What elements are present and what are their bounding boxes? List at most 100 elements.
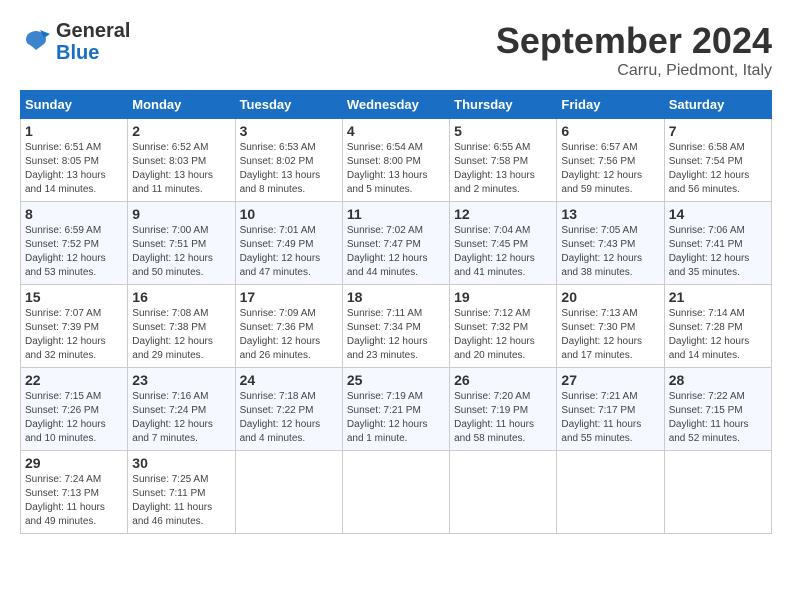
- daylight-label: Daylight: 12 hours and 41 minutes.: [454, 253, 535, 278]
- day-info: Sunrise: 7:09 AM Sunset: 7:36 PM Dayligh…: [240, 307, 338, 363]
- day-number: 6: [561, 123, 659, 139]
- sunset-label: Sunset: 7:41 PM: [669, 239, 743, 250]
- calendar-cell: 24 Sunrise: 7:18 AM Sunset: 7:22 PM Dayl…: [235, 368, 342, 451]
- calendar-cell: 25 Sunrise: 7:19 AM Sunset: 7:21 PM Dayl…: [342, 368, 449, 451]
- day-number: 25: [347, 372, 445, 388]
- sunset-label: Sunset: 7:30 PM: [561, 322, 635, 333]
- sunrise-label: Sunrise: 6:55 AM: [454, 142, 530, 153]
- sunrise-label: Sunrise: 7:05 AM: [561, 225, 637, 236]
- weekday-header-monday: Monday: [128, 91, 235, 119]
- day-info: Sunrise: 7:00 AM Sunset: 7:51 PM Dayligh…: [132, 224, 230, 280]
- sunrise-label: Sunrise: 7:21 AM: [561, 391, 637, 402]
- sunset-label: Sunset: 7:36 PM: [240, 322, 314, 333]
- day-number: 28: [669, 372, 767, 388]
- page-header: General Blue September 2024 Carru, Piedm…: [20, 20, 772, 80]
- sunrise-label: Sunrise: 7:09 AM: [240, 308, 316, 319]
- calendar-cell: 2 Sunrise: 6:52 AM Sunset: 8:03 PM Dayli…: [128, 119, 235, 202]
- calendar-cell: 27 Sunrise: 7:21 AM Sunset: 7:17 PM Dayl…: [557, 368, 664, 451]
- calendar-cell: 28 Sunrise: 7:22 AM Sunset: 7:15 PM Dayl…: [664, 368, 771, 451]
- day-info: Sunrise: 7:08 AM Sunset: 7:38 PM Dayligh…: [132, 307, 230, 363]
- day-number: 4: [347, 123, 445, 139]
- day-info: Sunrise: 7:04 AM Sunset: 7:45 PM Dayligh…: [454, 224, 552, 280]
- daylight-label: Daylight: 13 hours and 8 minutes.: [240, 170, 321, 195]
- day-number: 7: [669, 123, 767, 139]
- calendar-cell: 18 Sunrise: 7:11 AM Sunset: 7:34 PM Dayl…: [342, 285, 449, 368]
- day-number: 8: [25, 206, 123, 222]
- calendar-cell: 12 Sunrise: 7:04 AM Sunset: 7:45 PM Dayl…: [450, 202, 557, 285]
- day-number: 9: [132, 206, 230, 222]
- calendar-week-1: 1 Sunrise: 6:51 AM Sunset: 8:05 PM Dayli…: [21, 119, 772, 202]
- daylight-label: Daylight: 12 hours and 59 minutes.: [561, 170, 642, 195]
- day-number: 14: [669, 206, 767, 222]
- sunrise-label: Sunrise: 7:18 AM: [240, 391, 316, 402]
- day-info: Sunrise: 7:07 AM Sunset: 7:39 PM Dayligh…: [25, 307, 123, 363]
- sunrise-label: Sunrise: 7:00 AM: [132, 225, 208, 236]
- logo-blue: Blue: [56, 42, 130, 64]
- sunset-label: Sunset: 7:13 PM: [25, 488, 99, 499]
- daylight-label: Daylight: 12 hours and 20 minutes.: [454, 336, 535, 361]
- calendar-cell: 19 Sunrise: 7:12 AM Sunset: 7:32 PM Dayl…: [450, 285, 557, 368]
- daylight-label: Daylight: 11 hours and 55 minutes.: [561, 419, 641, 444]
- calendar-cell: 14 Sunrise: 7:06 AM Sunset: 7:41 PM Dayl…: [664, 202, 771, 285]
- daylight-label: Daylight: 12 hours and 17 minutes.: [561, 336, 642, 361]
- calendar-cell: 8 Sunrise: 6:59 AM Sunset: 7:52 PM Dayli…: [21, 202, 128, 285]
- day-number: 1: [25, 123, 123, 139]
- logo-general: General: [56, 20, 130, 42]
- sunset-label: Sunset: 8:02 PM: [240, 156, 314, 167]
- calendar-cell: 20 Sunrise: 7:13 AM Sunset: 7:30 PM Dayl…: [557, 285, 664, 368]
- sunrise-label: Sunrise: 7:13 AM: [561, 308, 637, 319]
- calendar-cell: [557, 451, 664, 534]
- sunset-label: Sunset: 7:11 PM: [132, 488, 205, 499]
- sunset-label: Sunset: 8:05 PM: [25, 156, 99, 167]
- sunrise-label: Sunrise: 7:02 AM: [347, 225, 423, 236]
- sunset-label: Sunset: 7:38 PM: [132, 322, 206, 333]
- day-number: 13: [561, 206, 659, 222]
- calendar-cell: 10 Sunrise: 7:01 AM Sunset: 7:49 PM Dayl…: [235, 202, 342, 285]
- day-info: Sunrise: 7:25 AM Sunset: 7:11 PM Dayligh…: [132, 473, 230, 529]
- day-number: 16: [132, 289, 230, 305]
- sunset-label: Sunset: 7:49 PM: [240, 239, 314, 250]
- daylight-label: Daylight: 11 hours and 49 minutes.: [25, 502, 105, 527]
- daylight-label: Daylight: 11 hours and 52 minutes.: [669, 419, 749, 444]
- day-number: 12: [454, 206, 552, 222]
- weekday-header-row: SundayMondayTuesdayWednesdayThursdayFrid…: [21, 91, 772, 119]
- daylight-label: Daylight: 12 hours and 38 minutes.: [561, 253, 642, 278]
- sunset-label: Sunset: 8:00 PM: [347, 156, 421, 167]
- sunrise-label: Sunrise: 7:25 AM: [132, 474, 208, 485]
- day-info: Sunrise: 7:16 AM Sunset: 7:24 PM Dayligh…: [132, 390, 230, 446]
- day-info: Sunrise: 6:59 AM Sunset: 7:52 PM Dayligh…: [25, 224, 123, 280]
- month-title: September 2024: [496, 20, 772, 62]
- day-info: Sunrise: 7:20 AM Sunset: 7:19 PM Dayligh…: [454, 390, 552, 446]
- day-info: Sunrise: 7:14 AM Sunset: 7:28 PM Dayligh…: [669, 307, 767, 363]
- sunset-label: Sunset: 7:28 PM: [669, 322, 743, 333]
- sunset-label: Sunset: 7:15 PM: [669, 405, 743, 416]
- sunset-label: Sunset: 7:19 PM: [454, 405, 528, 416]
- day-info: Sunrise: 6:55 AM Sunset: 7:58 PM Dayligh…: [454, 141, 552, 197]
- calendar-cell: [235, 451, 342, 534]
- day-info: Sunrise: 7:02 AM Sunset: 7:47 PM Dayligh…: [347, 224, 445, 280]
- day-number: 20: [561, 289, 659, 305]
- day-number: 24: [240, 372, 338, 388]
- sunrise-label: Sunrise: 7:20 AM: [454, 391, 530, 402]
- daylight-label: Daylight: 13 hours and 11 minutes.: [132, 170, 213, 195]
- calendar-cell: 30 Sunrise: 7:25 AM Sunset: 7:11 PM Dayl…: [128, 451, 235, 534]
- sunrise-label: Sunrise: 7:16 AM: [132, 391, 208, 402]
- calendar-cell: 29 Sunrise: 7:24 AM Sunset: 7:13 PM Dayl…: [21, 451, 128, 534]
- daylight-label: Daylight: 12 hours and 32 minutes.: [25, 336, 106, 361]
- calendar-cell: 6 Sunrise: 6:57 AM Sunset: 7:56 PM Dayli…: [557, 119, 664, 202]
- day-info: Sunrise: 6:57 AM Sunset: 7:56 PM Dayligh…: [561, 141, 659, 197]
- daylight-label: Daylight: 12 hours and 29 minutes.: [132, 336, 213, 361]
- day-info: Sunrise: 7:15 AM Sunset: 7:26 PM Dayligh…: [25, 390, 123, 446]
- sunset-label: Sunset: 8:03 PM: [132, 156, 206, 167]
- calendar-table: SundayMondayTuesdayWednesdayThursdayFrid…: [20, 90, 772, 534]
- sunrise-label: Sunrise: 7:24 AM: [25, 474, 101, 485]
- sunset-label: Sunset: 7:43 PM: [561, 239, 635, 250]
- daylight-label: Daylight: 12 hours and 35 minutes.: [669, 253, 750, 278]
- day-info: Sunrise: 7:01 AM Sunset: 7:49 PM Dayligh…: [240, 224, 338, 280]
- sunset-label: Sunset: 7:34 PM: [347, 322, 421, 333]
- weekday-header-friday: Friday: [557, 91, 664, 119]
- daylight-label: Daylight: 12 hours and 56 minutes.: [669, 170, 750, 195]
- day-info: Sunrise: 6:51 AM Sunset: 8:05 PM Dayligh…: [25, 141, 123, 197]
- daylight-label: Daylight: 12 hours and 50 minutes.: [132, 253, 213, 278]
- sunset-label: Sunset: 7:17 PM: [561, 405, 635, 416]
